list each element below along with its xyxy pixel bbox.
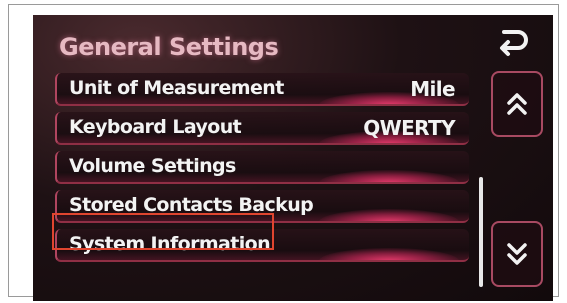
row-glow — [319, 248, 459, 260]
double-chevron-down-icon — [507, 243, 527, 265]
row-glow — [319, 209, 459, 221]
list-item-value: Mile — [410, 77, 455, 101]
list-item-label: Unit of Measurement — [69, 77, 284, 99]
scroll-down-button[interactable] — [491, 221, 543, 287]
list-item-label: Keyboard Layout — [69, 116, 242, 138]
row-glow — [319, 170, 459, 182]
list-item-system-information[interactable]: System Information — [55, 229, 469, 262]
list-item-value: QWERTY — [363, 116, 455, 140]
list-item-label: Volume Settings — [69, 155, 236, 177]
scrollbar[interactable] — [479, 177, 483, 287]
settings-list: Unit of Measurement Mile Keyboard Layout… — [55, 73, 469, 268]
list-item-keyboard-layout[interactable]: Keyboard Layout QWERTY — [55, 112, 469, 145]
settings-screen: General Settings Unit of Measurement Mil… — [33, 15, 553, 301]
list-item-label: Stored Contacts Backup — [69, 194, 314, 216]
double-chevron-up-icon — [507, 93, 527, 115]
screenshot-frame: General Settings Unit of Measurement Mil… — [8, 4, 559, 301]
list-item-unit-of-measurement[interactable]: Unit of Measurement Mile — [55, 73, 469, 106]
list-item-volume-settings[interactable]: Volume Settings — [55, 151, 469, 184]
list-item-label: System Information — [69, 233, 271, 255]
back-button[interactable] — [488, 23, 538, 63]
back-arrow-icon — [500, 30, 528, 56]
page-title: General Settings — [59, 33, 279, 61]
scroll-up-button[interactable] — [491, 71, 543, 137]
list-item-stored-contacts-backup[interactable]: Stored Contacts Backup — [55, 190, 469, 223]
